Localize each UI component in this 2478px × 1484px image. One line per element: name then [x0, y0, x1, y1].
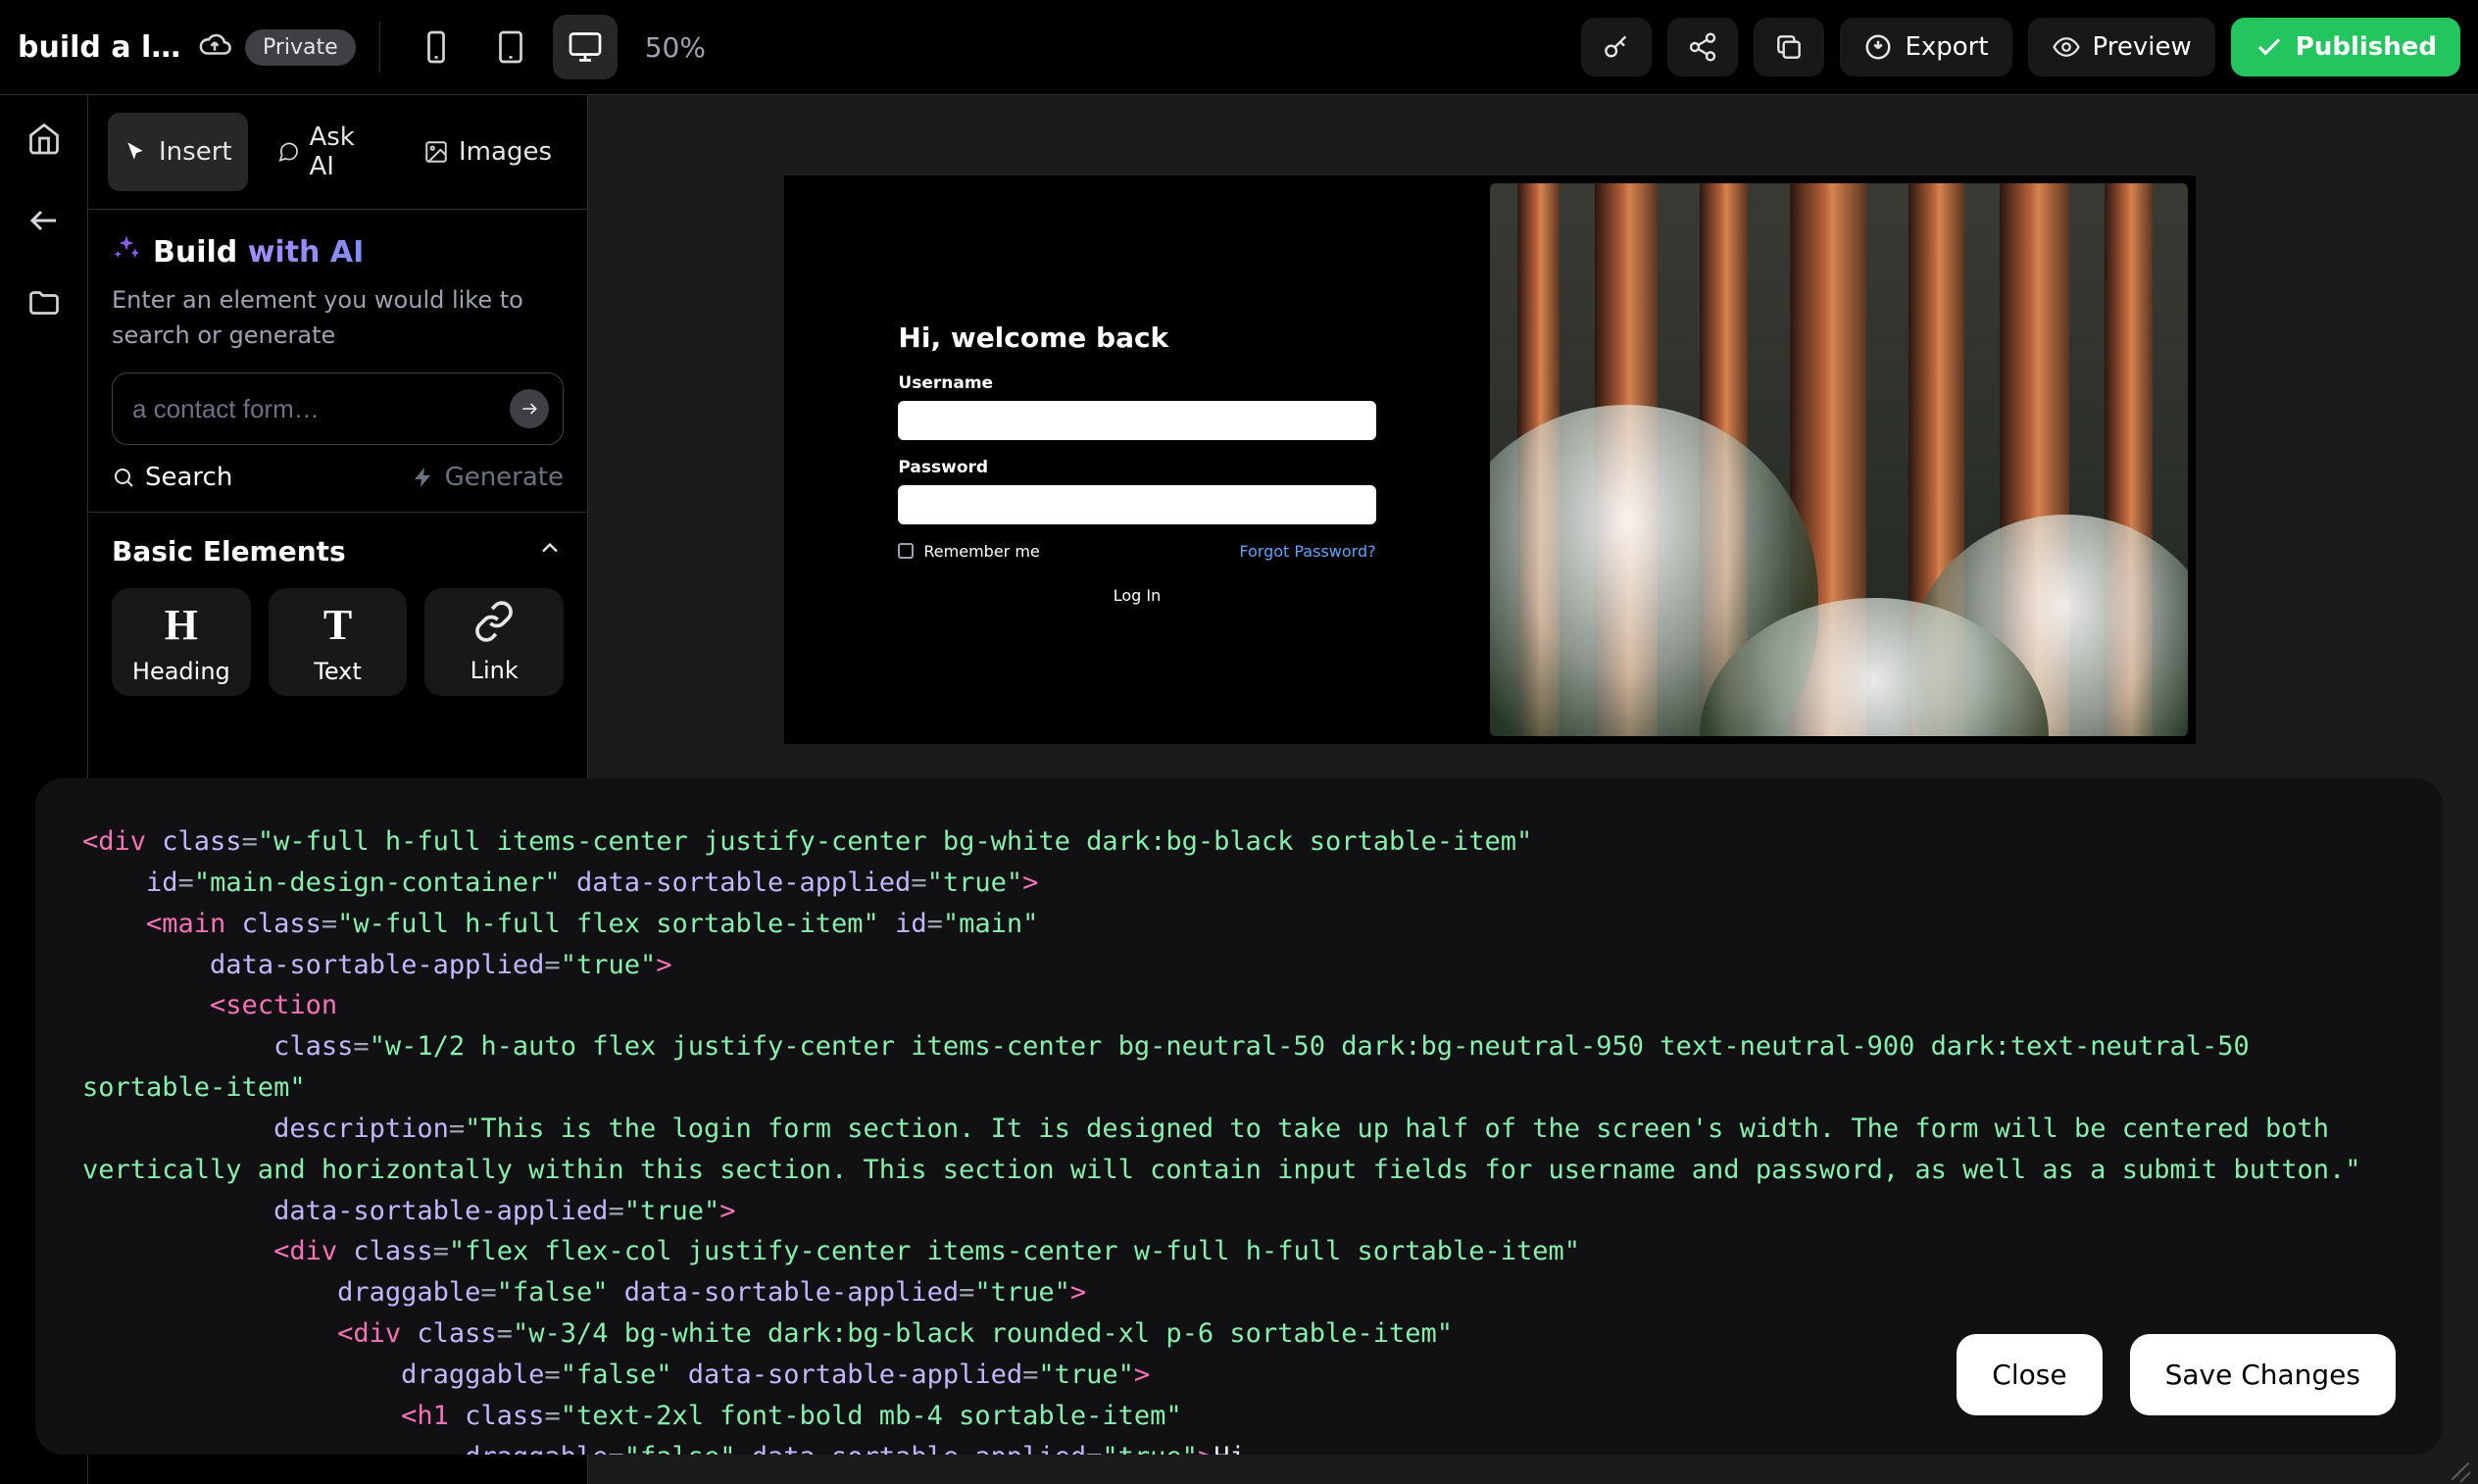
- tab-ask-ai[interactable]: Ask AI: [262, 113, 394, 191]
- preview-button[interactable]: Preview: [2028, 18, 2215, 76]
- back-button[interactable]: [23, 199, 66, 242]
- hero-image-section: [1490, 175, 2196, 744]
- desktop-preview-button[interactable]: [553, 15, 618, 79]
- generate-action[interactable]: Generate: [412, 463, 564, 492]
- forgot-password-link[interactable]: Forgot Password?: [1239, 542, 1375, 561]
- code-editor-panel: <div class="w-full h-full items-center j…: [35, 778, 2443, 1455]
- sparkle-icon: [112, 233, 141, 271]
- page-frame[interactable]: Hi, welcome back Username Password Remem…: [784, 175, 2196, 744]
- project-title[interactable]: build a logi…: [18, 30, 184, 65]
- export-label: Export: [1905, 32, 1988, 62]
- export-button[interactable]: Export: [1840, 18, 2011, 76]
- tab-ask-ai-label: Ask AI: [309, 123, 378, 181]
- heading-label: Heading: [132, 658, 230, 685]
- username-label: Username: [898, 373, 1375, 393]
- top-bar: build a logi… Private 50% Export: [0, 0, 2478, 94]
- text-glyph: T: [323, 600, 352, 650]
- ai-title: Build with AI: [112, 233, 564, 271]
- tablet-preview-button[interactable]: [478, 15, 543, 79]
- login-title: Hi, welcome back: [898, 322, 1375, 354]
- ai-prompt-field[interactable]: [112, 372, 564, 445]
- ai-submit-button[interactable]: [510, 389, 549, 428]
- username-input[interactable]: [898, 401, 1375, 440]
- ai-description: Enter an element you would like to searc…: [112, 282, 564, 353]
- ai-title-accent: with AI: [248, 235, 365, 270]
- ai-prompt-input[interactable]: [132, 394, 543, 424]
- resize-handle-icon[interactable]: [2447, 1453, 2472, 1478]
- login-card: Hi, welcome back Username Password Remem…: [868, 292, 1405, 628]
- link-label: Link: [471, 657, 519, 684]
- forest-image: [1490, 183, 2188, 736]
- generate-label: Generate: [445, 463, 564, 492]
- ai-title-prefix: Build: [153, 235, 248, 270]
- basic-elements-title: Basic Elements: [112, 535, 346, 568]
- login-section: Hi, welcome back Username Password Remem…: [784, 175, 1490, 744]
- published-label: Published: [2296, 32, 2437, 62]
- device-preview-group: [404, 15, 618, 79]
- login-submit-button[interactable]: Log In: [898, 586, 1375, 605]
- save-changes-button[interactable]: Save Changes: [2130, 1334, 2396, 1415]
- mobile-preview-button[interactable]: [404, 15, 469, 79]
- password-input[interactable]: [898, 485, 1375, 524]
- tab-images[interactable]: Images: [408, 113, 568, 191]
- tab-insert[interactable]: Insert: [108, 113, 248, 191]
- element-text[interactable]: T Text: [269, 588, 408, 696]
- basic-elements-header[interactable]: Basic Elements: [112, 534, 564, 569]
- element-heading[interactable]: H Heading: [112, 588, 251, 696]
- search-label: Search: [145, 463, 232, 492]
- text-label: Text: [314, 658, 362, 685]
- cloud-sync-icon[interactable]: [198, 28, 231, 66]
- home-button[interactable]: [23, 117, 66, 160]
- heading-glyph: H: [165, 600, 198, 650]
- password-button[interactable]: [1581, 18, 1652, 76]
- privacy-badge[interactable]: Private: [245, 29, 356, 66]
- element-link[interactable]: Link: [424, 588, 564, 696]
- sidebar-tabs: Insert Ask AI Images: [88, 95, 587, 210]
- remember-me[interactable]: Remember me: [898, 542, 1039, 561]
- files-button[interactable]: [23, 281, 66, 324]
- build-with-ai-section: Build with AI Enter an element you would…: [88, 210, 587, 513]
- password-label: Password: [898, 458, 1375, 477]
- divider: [379, 22, 380, 73]
- close-button[interactable]: Close: [1957, 1334, 2102, 1415]
- zoom-level[interactable]: 50%: [645, 31, 706, 64]
- copy-button[interactable]: [1754, 18, 1824, 76]
- preview-label: Preview: [2093, 32, 2192, 62]
- basic-elements-section: Basic Elements H Heading T Text Link: [88, 513, 587, 717]
- share-button[interactable]: [1667, 18, 1738, 76]
- remember-label: Remember me: [923, 542, 1039, 561]
- checkbox-icon[interactable]: [898, 543, 914, 559]
- link-icon: [472, 600, 516, 649]
- published-button[interactable]: Published: [2231, 18, 2460, 76]
- search-action[interactable]: Search: [112, 463, 232, 492]
- chevron-up-icon: [536, 534, 564, 569]
- tab-insert-label: Insert: [159, 137, 232, 167]
- tab-images-label: Images: [459, 137, 552, 167]
